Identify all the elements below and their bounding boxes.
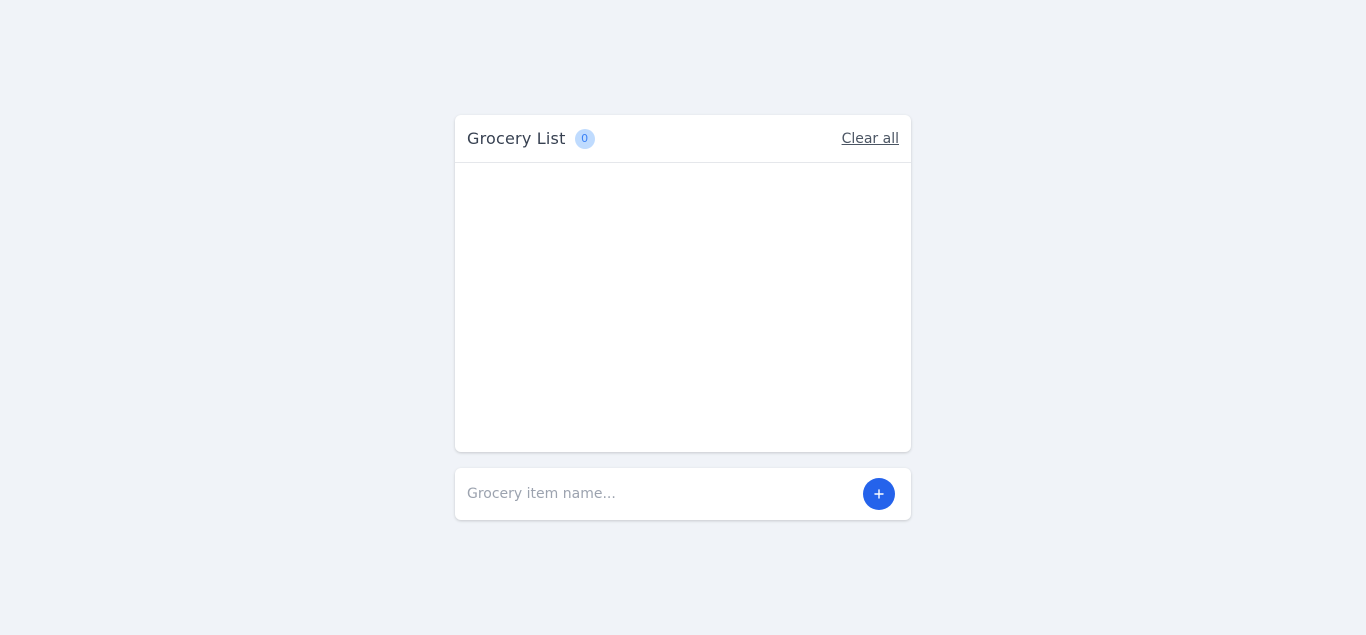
- item-count-badge: 0: [574, 128, 595, 149]
- grocery-list-card: Grocery List 0 Clear all: [455, 115, 911, 452]
- clear-all-link[interactable]: Clear all: [842, 131, 899, 147]
- list-header: Grocery List 0 Clear all: [455, 115, 911, 163]
- page-title: Grocery List: [467, 129, 566, 148]
- grocery-items-list: [455, 163, 911, 451]
- title-group: Grocery List 0: [467, 128, 595, 149]
- grocery-item-input[interactable]: [467, 486, 863, 502]
- plus-icon: [874, 489, 884, 499]
- add-item-form: [455, 468, 911, 520]
- add-item-button[interactable]: [863, 478, 895, 510]
